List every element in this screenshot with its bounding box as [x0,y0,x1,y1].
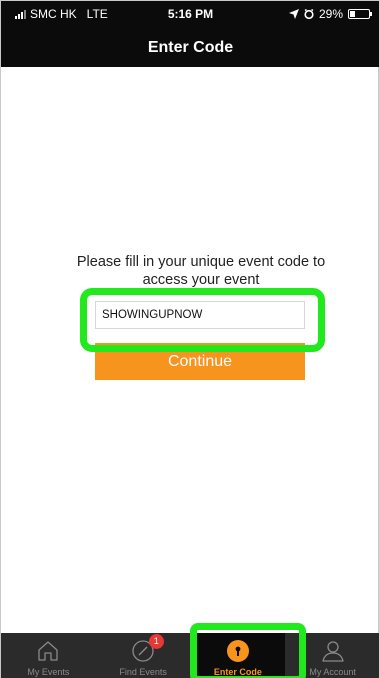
keyhole-icon [226,640,249,662]
tab-bar: My Events 1 Find Events Enter Code My Ac… [1,633,379,678]
notification-badge: 1 [148,634,164,649]
continue-button[interactable]: Continue [95,343,305,380]
page-title: Enter Code [147,39,234,56]
status-right: 29% [288,7,372,21]
alarm-icon [304,9,314,19]
person-icon [321,641,344,662]
tab-my-events[interactable]: My Events [1,633,96,678]
status-bar: SMC HK LTE 5:16 PM 29% [1,1,379,29]
location-arrow-icon [288,9,299,19]
event-code-input[interactable] [95,301,305,329]
tab-label: Enter Code [213,667,262,677]
app-screen: SMC HK LTE 5:16 PM 29% Enter Code Please… [0,0,379,678]
home-icon [38,641,59,661]
tab-label: Find Events [119,667,167,677]
tab-label: My Events [27,667,70,677]
battery-percent: 29% [318,7,343,21]
tab-label: My Account [309,667,356,677]
tab-my-account[interactable]: My Account [285,633,379,678]
battery-icon [348,9,372,19]
tab-find-events[interactable]: 1 Find Events [96,633,191,678]
instruction-text: Please fill in your unique event code to… [76,254,326,288]
top-bar: SMC HK LTE 5:16 PM 29% Enter Code [1,1,379,67]
tab-enter-code[interactable]: Enter Code [190,633,286,678]
